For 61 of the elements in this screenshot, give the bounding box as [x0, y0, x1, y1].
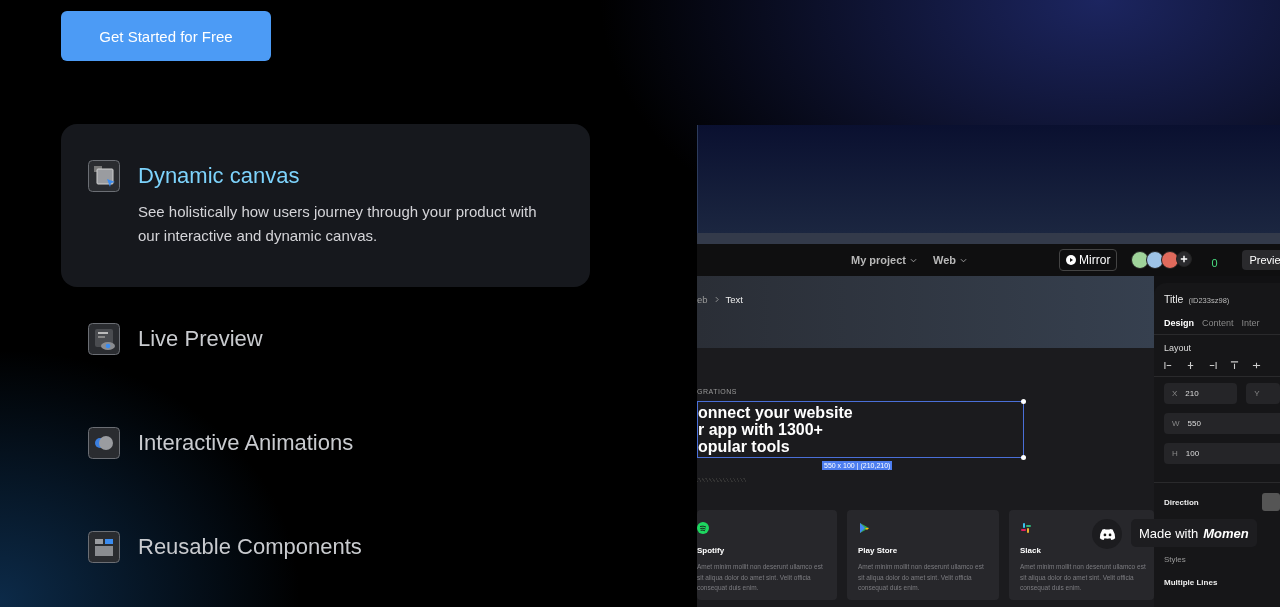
feature-card[interactable]: Dynamic canvas See holistically how users journey through your product with our interactive and dynamic canvas.: [61, 124, 590, 287]
panel-tab[interactable]: Design: [1164, 318, 1194, 328]
notification-count: 0: [1211, 257, 1218, 269]
preview-eye-icon: [88, 323, 120, 355]
play-triangle-icon: [858, 522, 870, 534]
selected-heading[interactable]: onnect your website r app with 1300+ opular tools: [697, 401, 1024, 458]
card-title: Spotify: [697, 546, 726, 555]
panel-tab[interactable]: Content: [1202, 318, 1234, 328]
position-field[interactable]: Y: [1246, 383, 1280, 404]
resize-handle[interactable]: [1021, 455, 1026, 460]
feature-title: Live Preview: [138, 326, 263, 352]
made-with-badge[interactable]: Made with Momen: [1131, 519, 1257, 547]
brand-name: Momen: [1203, 525, 1249, 541]
mirror-button[interactable]: Mirror: [1059, 249, 1118, 271]
resize-handle[interactable]: [1021, 399, 1026, 404]
play-icon: [1066, 255, 1077, 265]
music-logo-icon: [697, 522, 709, 534]
multiple-lines-label: Multiple Lines: [1164, 578, 1219, 587]
direction-toggle[interactable]: [1262, 493, 1280, 511]
feature-item[interactable]: Live Preview: [61, 287, 590, 391]
add-user-button[interactable]: [1176, 251, 1193, 267]
card-title: Slack: [1020, 546, 1042, 555]
chevron-down-icon: [910, 257, 917, 263]
feature-item[interactable]: Interactive Animations: [61, 391, 590, 495]
avatar: [1161, 251, 1180, 269]
feature-title: Reusable Components: [138, 534, 362, 560]
panel-tab[interactable]: Inter: [1241, 318, 1260, 328]
feature-title: Interactive Animations: [138, 430, 354, 456]
plus-icon: [1180, 255, 1189, 263]
card-title: Play Store: [858, 546, 899, 555]
canvas-cursor-icon: [88, 160, 120, 192]
preview-button[interactable]: Previe: [1241, 250, 1280, 270]
align-icon[interactable]: [1164, 361, 1173, 370]
feature-item[interactable]: Reusable Components: [61, 495, 590, 599]
align-icon[interactable]: [1208, 361, 1217, 370]
badge-text: Made with: [1139, 525, 1199, 541]
breadcrumb-item[interactable]: eb: [697, 294, 708, 305]
chevron-down-icon: [960, 257, 968, 263]
hash-logo-icon: [1020, 522, 1032, 534]
section-label: Layout: [1164, 343, 1193, 353]
breadcrumb-item[interactable]: Text: [725, 294, 743, 305]
styles-label: Styles: [1164, 555, 1187, 564]
direction-label: Direction: [1164, 497, 1199, 507]
project-dropdown[interactable]: My project: [845, 254, 923, 266]
align-icon[interactable]: [1230, 361, 1239, 370]
chevron-right-icon: [714, 296, 719, 303]
panel-title: Title: [1164, 293, 1184, 305]
feature-title: Dynamic canvas: [138, 163, 300, 189]
align-icon[interactable]: [1186, 361, 1195, 370]
size-field[interactable]: W 550: [1164, 413, 1280, 434]
platform-dropdown[interactable]: Web: [927, 254, 974, 266]
feature-description: See holistically how users journey through your product with our interactive and dynamic canvas.: [138, 202, 538, 246]
heading-line: r app with 1300+: [698, 421, 824, 438]
heading-line: opular tools: [698, 438, 791, 455]
game-controller-icon: [1098, 527, 1116, 541]
size-field[interactable]: H 100: [1164, 443, 1280, 464]
position-field[interactable]: X 210: [1164, 383, 1238, 404]
heading-line: onnect your website: [698, 404, 854, 421]
circles-icon: [88, 427, 120, 459]
layout-icon: [88, 531, 120, 563]
align-icon[interactable]: [1252, 361, 1261, 370]
